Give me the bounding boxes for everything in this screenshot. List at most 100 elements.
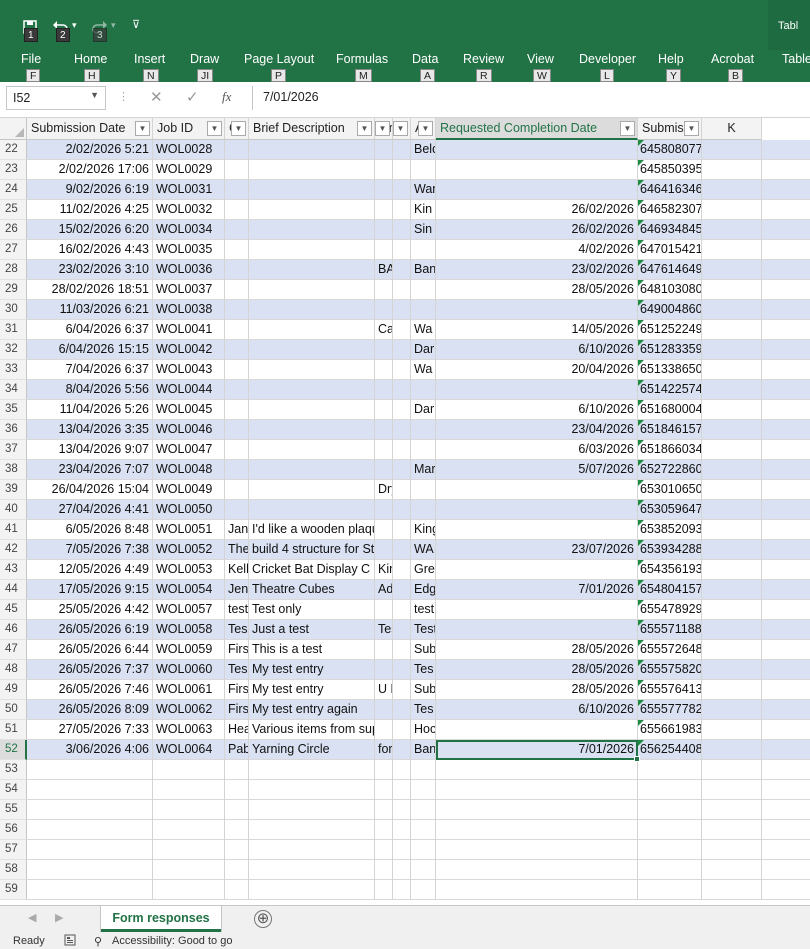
cell[interactable] [375,380,393,400]
insert-function-icon[interactable]: fx [222,89,231,105]
row-header[interactable]: 47 [0,640,27,660]
cell[interactable]: 6543561933119942690 [638,560,702,580]
cell[interactable] [375,520,393,540]
cell[interactable] [702,500,762,520]
cell[interactable] [153,760,225,780]
cell[interactable]: 6530106503267746424 [638,480,702,500]
cell[interactable] [702,860,762,880]
spreadsheet-grid[interactable]: Submission Date▼Job ID▼C▼Brief Descripti… [0,118,810,905]
cell[interactable] [436,500,638,520]
cell[interactable] [702,800,762,820]
cell[interactable] [411,160,436,180]
redo-dropdown-icon[interactable]: ▾ [111,20,116,31]
cell[interactable]: Pab [225,740,249,760]
scroll-left-icon[interactable]: ◀ [28,911,36,924]
cell[interactable] [436,820,638,840]
cell[interactable] [702,560,762,580]
cell[interactable] [393,360,411,380]
filter-dropdown-icon[interactable]: ▼ [393,121,408,136]
tab-table[interactable]: Table [782,52,810,66]
cell[interactable] [375,780,393,800]
cell[interactable]: Sub [411,640,436,660]
cell[interactable] [393,460,411,480]
cell[interactable]: 6539342882219176944 [638,540,702,560]
cell[interactable] [393,680,411,700]
cell[interactable] [27,820,153,840]
cell[interactable] [393,300,411,320]
cell[interactable]: Dryandra Primary School [375,480,393,500]
cell[interactable] [393,720,411,740]
tab-file[interactable]: File [21,52,41,66]
cell[interactable]: 6469348455025194955 [638,220,702,240]
cell[interactable] [225,460,249,480]
row-header[interactable]: 57 [0,840,27,860]
cell[interactable] [249,840,375,860]
cell[interactable]: WOL0057 [153,600,225,620]
column-header[interactable]: Or▼ [375,118,393,140]
cell[interactable]: 2/02/2026 17:06 [27,160,153,180]
cell[interactable]: 20/04/2026 [436,360,638,380]
cell[interactable]: Cricket Bat Display C [249,560,375,580]
cell[interactable] [702,320,762,340]
cell[interactable]: 6518660344545121061 [638,440,702,460]
cell[interactable] [393,220,411,240]
cell[interactable] [393,740,411,760]
cell[interactable]: 23/02/2026 [436,260,638,280]
cell[interactable] [411,860,436,880]
cell[interactable]: Yarning Circle [249,740,375,760]
cell[interactable]: Mar [411,460,436,480]
cell[interactable] [702,400,762,420]
undo-dropdown-icon[interactable]: ▾ [72,20,77,31]
cell[interactable] [249,760,375,780]
cell[interactable]: WOL0034 [153,220,225,240]
cell[interactable] [702,180,762,200]
cell[interactable]: 6476146490557976708 [638,260,702,280]
cell[interactable] [411,440,436,460]
cell[interactable] [249,800,375,820]
cell[interactable]: 6/10/2026 [436,700,638,720]
cell[interactable] [436,800,638,820]
cell[interactable] [153,860,225,880]
cell[interactable] [249,460,375,480]
tab-acrobat[interactable]: Acrobat [711,52,754,66]
cell[interactable]: Hocking [411,720,436,740]
cell[interactable] [225,820,249,840]
cell[interactable] [436,600,638,620]
cell[interactable]: Wa [411,360,436,380]
cell[interactable] [249,820,375,840]
cell[interactable] [638,820,702,840]
cell[interactable] [436,840,638,860]
cell[interactable]: WOL0029 [153,160,225,180]
cell[interactable] [702,440,762,460]
cell[interactable] [702,300,762,320]
cell[interactable]: WOL0060 [153,660,225,680]
column-header[interactable]: C▼ [225,118,249,140]
cell[interactable] [436,180,638,200]
row-header[interactable]: 44 [0,580,27,600]
cell[interactable]: WOL0028 [153,140,225,160]
cell[interactable]: 7/01/2026 [436,740,638,760]
filter-dropdown-icon[interactable]: ▼ [207,121,222,136]
cell[interactable] [393,820,411,840]
more-options-icon[interactable]: ⋮ [118,90,129,103]
cell[interactable]: Sub [411,680,436,700]
row-header[interactable]: 24 [0,180,27,200]
cell[interactable]: 6/10/2026 [436,400,638,420]
cell[interactable] [436,860,638,880]
cell[interactable] [375,200,393,220]
cell[interactable]: WOL0059 [153,640,225,660]
cell[interactable] [225,300,249,320]
cell[interactable] [393,400,411,420]
cell[interactable] [27,780,153,800]
cell[interactable] [638,860,702,880]
cell[interactable]: Just a test [249,620,375,640]
cell[interactable]: 6538520933323832832 [638,520,702,540]
table-context-tab[interactable]: Tabl [768,0,810,50]
cell[interactable]: 26/05/2026 8:09 [27,700,153,720]
cell[interactable]: Test Suburb [411,620,436,640]
cell[interactable]: Tes [225,620,249,640]
cell[interactable] [702,280,762,300]
cell[interactable]: 27/04/2026 4:41 [27,500,153,520]
cell[interactable] [702,340,762,360]
cell[interactable] [225,880,249,900]
